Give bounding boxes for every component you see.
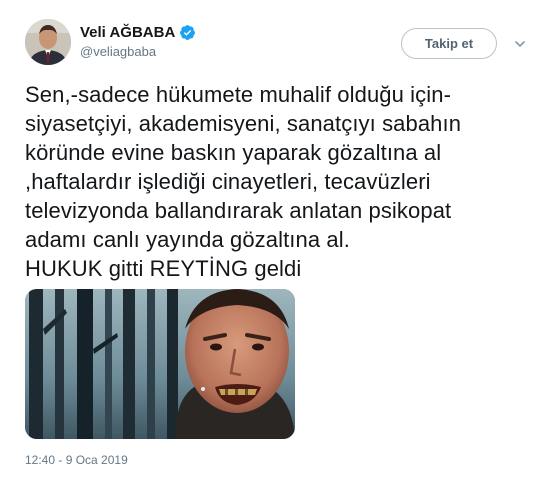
tweet-text-line: televizyonda ballandırarak anlatan psiko…	[25, 198, 452, 223]
avatar-photo	[25, 19, 71, 65]
tweet-card: Veli AĞBABA @veliagbaba Takip et Sen,-sa…	[0, 0, 554, 480]
avatar[interactable]	[25, 19, 71, 65]
tweet-image[interactable]	[25, 289, 295, 439]
tweet-text-line: Sen,-sadece hükumete muhalif olduğu için…	[25, 82, 452, 107]
author-info: Veli AĞBABA @veliagbaba	[80, 22, 196, 59]
tweet-text-line: köründe evine baskın yaparak gözaltına a…	[25, 140, 442, 165]
tweet-text: Sen,-sadece hükumete muhalif olduğu için…	[25, 80, 535, 283]
verified-badge-icon	[179, 24, 196, 41]
user-handle[interactable]: @veliagbaba	[80, 44, 196, 59]
chevron-down-icon[interactable]	[513, 37, 527, 51]
display-name[interactable]: Veli AĞBABA	[80, 24, 175, 41]
tweet-text-line: adamı canlı yayında gözaltına al.	[25, 227, 350, 252]
tweet-text-line: HUKUK gitti REYTİNG geldi	[25, 256, 302, 281]
follow-button[interactable]: Takip et	[401, 28, 497, 59]
tweet-image-picture	[25, 289, 295, 439]
tweet-text-line: siyasetçiyi, akademisyeni, sanatçıyı sab…	[25, 111, 462, 136]
display-name-row: Veli AĞBABA	[80, 22, 196, 42]
tweet-text-line: ,haftalardır işlediği cinayetleri, tecav…	[25, 169, 431, 194]
tweet-timestamp[interactable]: 12:40 - 9 Oca 2019	[25, 453, 128, 467]
